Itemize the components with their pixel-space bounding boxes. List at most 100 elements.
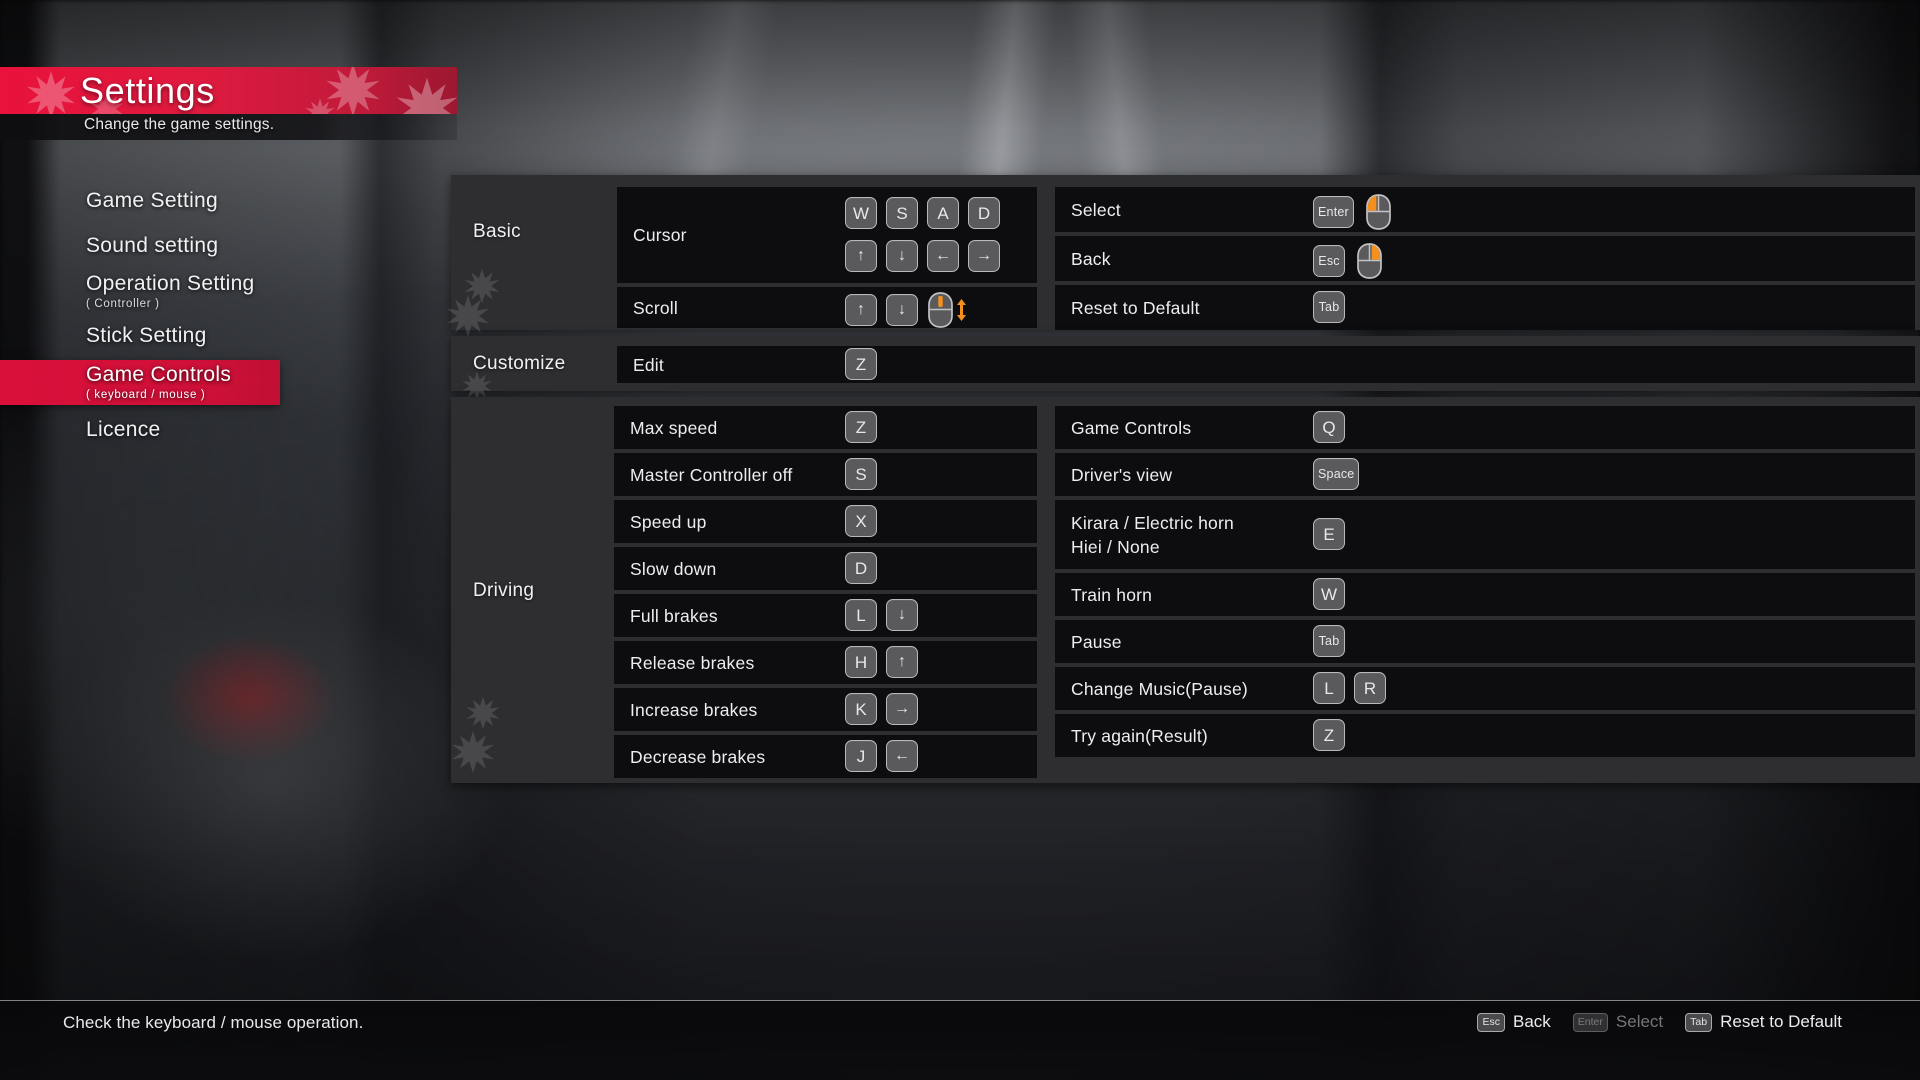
key-cap[interactable]: J	[845, 740, 877, 772]
key-cap[interactable]: L	[1313, 672, 1345, 704]
binding-label: Full brakes	[630, 605, 718, 626]
header-banner	[0, 67, 457, 114]
sidebar-item-label: Stick Setting	[86, 324, 207, 347]
panel-driving: Driving Max speed Z Master Controller of…	[451, 397, 1920, 783]
page-subtitle: Change the game settings.	[84, 116, 275, 133]
category-label-driving: Driving	[473, 580, 535, 601]
binding-label: Game Controls	[1071, 417, 1192, 438]
binding-label: Speed up	[630, 511, 707, 532]
sidebar-item-game-controls[interactable]: Game Controls ( keyboard / mouse )	[0, 360, 280, 405]
key-cap[interactable]: Enter	[1313, 196, 1354, 228]
binding-keys: W	[1313, 578, 1345, 610]
key-cap-arrow-down[interactable]: ↓	[886, 240, 918, 272]
binding-row[interactable]: Change Music(Pause) L R	[1055, 667, 1915, 710]
binding-label: Driver's view	[1071, 464, 1173, 485]
binding-label: Change Music(Pause)	[1071, 678, 1248, 699]
key-cap[interactable]: R	[1354, 672, 1386, 704]
footer-action-back[interactable]: Esc Back	[1477, 1012, 1551, 1032]
binding-keys: X	[845, 505, 877, 537]
footer-action-label: Back	[1513, 1012, 1551, 1031]
binding-keys: Z	[845, 411, 877, 443]
binding-keys: E	[1313, 518, 1345, 550]
binding-row[interactable]: Select Enter	[1055, 187, 1915, 232]
key-cap[interactable]: E	[1313, 518, 1345, 550]
mouse-scroll-wheel-icon	[927, 291, 968, 329]
maple-leaf-icon	[396, 77, 457, 114]
binding-keys: J ←	[845, 740, 918, 772]
binding-row[interactable]: Decrease brakes J ←	[614, 735, 1037, 778]
binding-row[interactable]: Scroll ↑ ↓	[617, 287, 1037, 328]
key-cap[interactable]: D	[845, 552, 877, 584]
footer-action-reset[interactable]: Tab Reset to Default	[1685, 1012, 1842, 1032]
key-cap[interactable]: Esc	[1313, 245, 1345, 277]
binding-row[interactable]: Cursor W S A D ↑ ↓ ← →	[617, 187, 1037, 283]
binding-keys: H ↑	[845, 646, 918, 678]
binding-row[interactable]: Pause Tab	[1055, 620, 1915, 663]
key-cap[interactable]: Tab	[1313, 291, 1345, 323]
key-cap-arrow-up[interactable]: ↑	[886, 646, 918, 678]
sidebar-item-sound-setting[interactable]: Sound setting	[0, 230, 400, 261]
key-cap-arrow-left[interactable]: ←	[886, 740, 918, 772]
key-cap[interactable]: K	[845, 693, 877, 725]
binding-label: Train horn	[1071, 584, 1153, 605]
binding-row[interactable]: Release brakes H ↑	[614, 641, 1037, 684]
key-cap-arrow-up[interactable]: ↑	[845, 294, 877, 326]
binding-row[interactable]: Slow down D	[614, 547, 1037, 590]
sidebar-item-label: Licence	[86, 418, 161, 441]
key-cap[interactable]: A	[927, 197, 959, 229]
key-cap-arrow-left[interactable]: ←	[927, 240, 959, 272]
binding-row[interactable]: Try again(Result) Z	[1055, 714, 1915, 757]
panel-basic: Basic Cursor W S A D ↑ ↓ ← → Scroll ↑ ↓ …	[446, 175, 1920, 338]
key-cap[interactable]: W	[1313, 578, 1345, 610]
sidebar-item-operation-setting[interactable]: Operation Setting ( Controller )	[0, 268, 400, 313]
key-cap[interactable]: S	[886, 197, 918, 229]
binding-row[interactable]: Driver's view Space	[1055, 453, 1915, 496]
binding-row[interactable]: Reset to Default Tab	[1055, 285, 1915, 330]
key-cap-arrow-up[interactable]: ↑	[845, 240, 877, 272]
footer-action-label: Reset to Default	[1720, 1012, 1842, 1031]
key-cap[interactable]: S	[845, 458, 877, 490]
binding-keys: K →	[845, 693, 918, 725]
key-cap: Esc	[1477, 1012, 1505, 1032]
binding-row[interactable]: Train horn W	[1055, 573, 1915, 616]
key-cap[interactable]: Q	[1313, 411, 1345, 443]
key-cap-arrow-right[interactable]: →	[886, 693, 918, 725]
binding-row[interactable]: Full brakes L ↓	[614, 594, 1037, 637]
key-cap-arrow-down[interactable]: ↓	[886, 294, 918, 326]
binding-label: Pause	[1071, 631, 1122, 652]
key-cap[interactable]: X	[845, 505, 877, 537]
maple-leaf-icon	[27, 71, 75, 114]
key-cap[interactable]: D	[968, 197, 1000, 229]
panel-customize: Customize Edit Z	[451, 336, 1920, 401]
key-cap[interactable]: Z	[845, 411, 877, 443]
key-cap[interactable]: Z	[1313, 719, 1345, 751]
key-cap[interactable]: Z	[845, 348, 877, 380]
key-cap-arrow-down[interactable]: ↓	[886, 599, 918, 631]
sidebar-item-game-setting[interactable]: Game Setting	[0, 185, 400, 216]
key-cap[interactable]: H	[845, 646, 877, 678]
binding-label: Kirara / Electric horn Hiei / None	[1071, 512, 1234, 557]
key-cap[interactable]: Tab	[1313, 625, 1345, 657]
binding-row[interactable]: Game Controls Q	[1055, 406, 1915, 449]
binding-keys: L ↓	[845, 599, 918, 631]
key-cap[interactable]: W	[845, 197, 877, 229]
binding-row[interactable]: Back Esc	[1055, 236, 1915, 281]
binding-keys: Tab	[1313, 625, 1345, 657]
sidebar-item-licence[interactable]: Licence	[0, 414, 400, 445]
binding-row[interactable]: Increase brakes K →	[614, 688, 1037, 731]
binding-row[interactable]: Master Controller off S	[614, 453, 1037, 496]
footer-divider	[0, 1000, 1920, 1001]
footer-action-label: Select	[1615, 1012, 1664, 1031]
key-cap-arrow-right[interactable]: →	[968, 240, 1000, 272]
binding-keys: Z	[1313, 719, 1345, 751]
sidebar-item-label: Game Setting	[86, 189, 218, 212]
key-cap[interactable]: L	[845, 599, 877, 631]
binding-row[interactable]: Max speed Z	[614, 406, 1037, 449]
sidebar-item-stick-setting[interactable]: Stick Setting	[0, 320, 400, 351]
binding-row[interactable]: Speed up X	[614, 500, 1037, 543]
sidebar-item-label: Sound setting	[86, 234, 219, 257]
binding-keys: Q	[1313, 411, 1345, 443]
binding-row[interactable]: Kirara / Electric horn Hiei / None E	[1055, 500, 1915, 569]
key-cap[interactable]: Space	[1313, 458, 1360, 490]
binding-row[interactable]: Edit Z	[617, 346, 1915, 383]
